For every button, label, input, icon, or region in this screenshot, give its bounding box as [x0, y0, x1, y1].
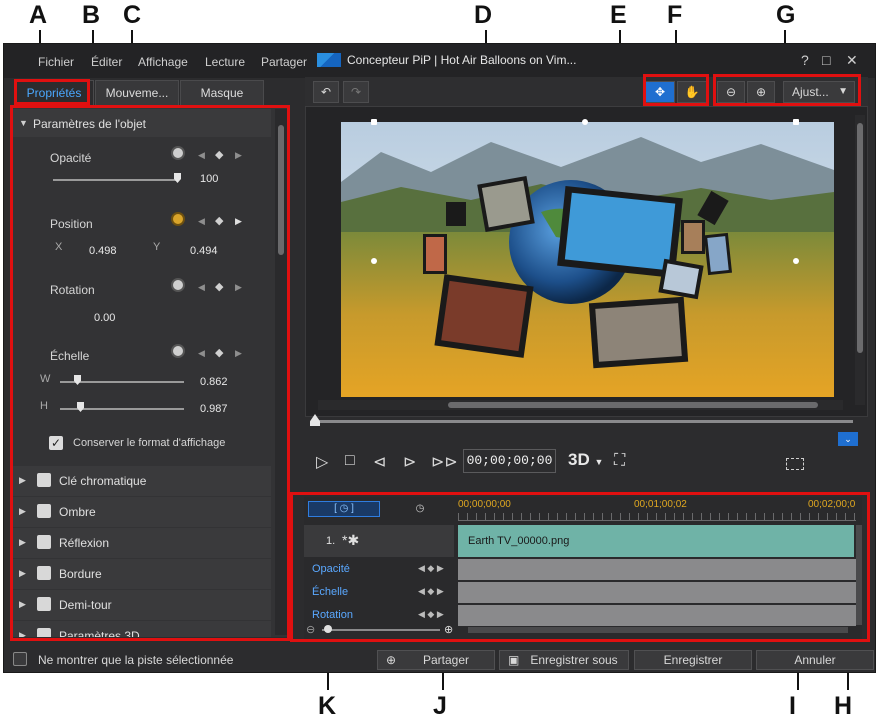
share-globe-icon: ⊕ — [386, 653, 397, 667]
tab-mouvement[interactable]: Mouveme... — [95, 80, 179, 106]
selection-handle[interactable] — [793, 258, 799, 264]
callout-g: G — [776, 1, 796, 29]
save-label: Enregistrer — [663, 653, 723, 667]
preview-hscroll-thumb[interactable] — [448, 402, 818, 408]
menu-bar: Fichier Éditer Affichage Lecture Partage… — [4, 44, 875, 78]
save-as-label: Enregistrer sous — [530, 653, 618, 667]
only-selected-checkbox[interactable] — [13, 652, 27, 666]
safe-zone-icon[interactable] — [786, 458, 804, 470]
highlight-k — [290, 492, 870, 642]
play-icon[interactable]: ▷ — [316, 452, 328, 472]
callout-k: K — [318, 692, 337, 720]
menu-partager[interactable]: Partager — [261, 55, 307, 69]
callout-f: F — [667, 1, 683, 29]
preview-vscroll-thumb[interactable] — [857, 123, 863, 353]
next-frame-icon[interactable]: ⊳ — [403, 452, 416, 472]
callout-c: C — [123, 1, 142, 29]
seek-bar[interactable] — [310, 414, 853, 426]
share-label: Partager — [422, 653, 470, 667]
highlight-d — [471, 180, 499, 210]
close-button[interactable]: ✕ — [846, 52, 858, 69]
selection-handle[interactable] — [371, 258, 377, 264]
fullscreen-icon[interactable]: ⛶ — [614, 452, 625, 470]
callout-j: J — [433, 692, 447, 720]
preview-vertical-scrollbar[interactable] — [855, 115, 865, 405]
help-button[interactable]: ? — [801, 52, 809, 68]
callout-i: I — [789, 692, 796, 720]
chevron-down-icon: ▼ — [594, 457, 604, 467]
preview-canvas — [341, 122, 834, 397]
cancel-button[interactable]: Annuler — [756, 650, 874, 670]
save-button[interactable]: Enregistrer — [634, 650, 752, 670]
share-button[interactable]: ⊕ Partager — [377, 650, 495, 670]
callout-h: H — [834, 692, 853, 720]
selection-handle[interactable] — [582, 119, 588, 125]
highlight-f — [643, 74, 709, 106]
only-selected-label: Ne montrer que la piste sélectionnée — [38, 653, 234, 667]
callout-b: B — [82, 1, 101, 29]
highlight-g — [713, 74, 861, 106]
app-logo-icon — [317, 53, 341, 67]
window-title-text: Concepteur PiP | Hot Air Balloons on Vim… — [347, 53, 577, 67]
cancel-label: Annuler — [794, 653, 836, 667]
menu-lecture[interactable]: Lecture — [205, 55, 245, 69]
preview-horizontal-scrollbar[interactable] — [318, 400, 843, 410]
highlight-tab-a — [14, 79, 90, 105]
callout-d: D — [474, 1, 493, 29]
undo-button[interactable]: ↶ — [313, 81, 339, 103]
timecode-display[interactable]: 00;00;00;00 — [463, 449, 556, 473]
fast-forward-icon[interactable]: ⊳⊳ — [431, 452, 458, 472]
3d-mode-label: 3D — [568, 450, 590, 469]
menu-affichage[interactable]: Affichage — [138, 55, 188, 69]
selection-handle[interactable] — [793, 119, 799, 125]
save-disk-icon: ▣ — [508, 653, 520, 667]
prev-frame-icon[interactable]: ⊲ — [373, 452, 386, 472]
menu-editer[interactable]: Éditer — [91, 55, 122, 69]
redo-button[interactable]: ↷ — [343, 81, 369, 103]
maximize-button[interactable]: □ — [822, 52, 830, 68]
save-as-button[interactable]: ▣ Enregistrer sous — [499, 650, 629, 670]
expand-timeline-icon[interactable]: ⌄ — [838, 432, 858, 446]
callout-e: E — [610, 1, 627, 29]
stop-icon[interactable]: □ — [345, 452, 355, 470]
tab-masque[interactable]: Masque — [180, 80, 264, 106]
window-title: Concepteur PiP | Hot Air Balloons on Vim… — [317, 53, 576, 67]
menu-fichier[interactable]: Fichier — [38, 55, 74, 69]
callout-a: A — [29, 1, 48, 29]
highlight-panel-b — [10, 105, 290, 641]
3d-mode-button[interactable]: 3D ▼ — [568, 450, 603, 470]
preview-scene-image — [341, 122, 834, 397]
selection-handle[interactable] — [371, 119, 377, 125]
